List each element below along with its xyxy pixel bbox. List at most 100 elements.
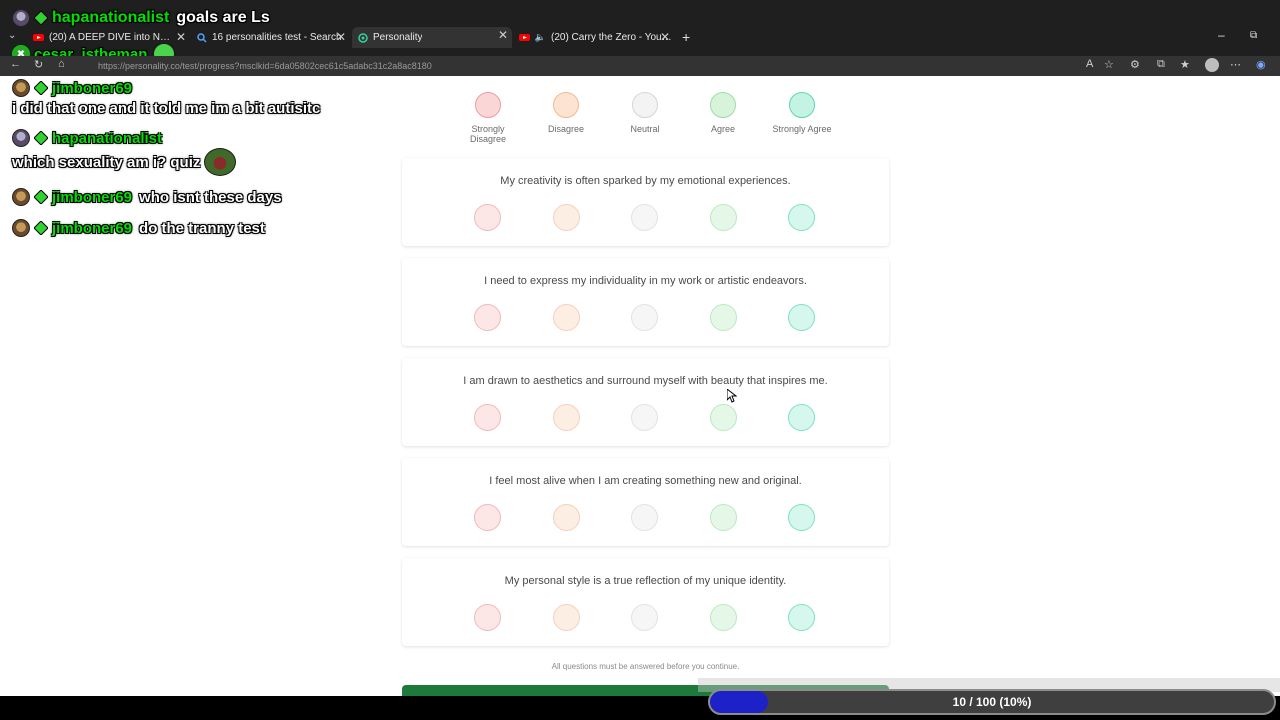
new-tab-icon[interactable]: +: [682, 29, 690, 45]
question-text: My creativity is often sparked by my emo…: [500, 175, 791, 187]
option-strongly-agree[interactable]: [788, 204, 815, 231]
home-icon[interactable]: ⌂: [58, 58, 65, 70]
option-strongly-disagree[interactable]: [474, 404, 501, 431]
option-neutral[interactable]: [631, 204, 658, 231]
close-tab-icon[interactable]: ✕: [176, 30, 186, 44]
favorite-star-icon[interactable]: ☆: [1104, 58, 1114, 71]
legend-label: Neutral: [630, 124, 660, 134]
chat-message-text: who isnt these days: [139, 188, 282, 206]
emote-image: [204, 148, 237, 176]
legend-label: Strongly Disagree: [469, 124, 507, 144]
url-text: https://personality.co/test/progress?msc…: [98, 61, 432, 71]
legend-strongly-disagree: Strongly Disagree: [458, 92, 518, 144]
browser-tabstrip: hapanationalist goals are Ls ⌄ (20) A DE…: [0, 0, 1280, 65]
chat-message-text: which sexuality am i? quiz: [12, 153, 201, 171]
tab-youtube-carry[interactable]: 🔈 (20) Carry the Zero - YouTube ✕: [516, 29, 674, 46]
chat-line: hapanationalist: [12, 129, 162, 147]
option-neutral[interactable]: [631, 604, 658, 631]
option-strongly-disagree[interactable]: [474, 204, 501, 231]
extension-icon[interactable]: ⚙: [1130, 58, 1140, 71]
option-strongly-disagree[interactable]: [474, 304, 501, 331]
read-aloud-icon[interactable]: A: [1086, 58, 1093, 70]
question-card-1: My creativity is often sparked by my emo…: [402, 158, 889, 246]
close-tab-icon[interactable]: ✕: [336, 30, 346, 44]
favorites-icon[interactable]: ★: [1180, 58, 1190, 71]
jimboner-avatar: [12, 79, 30, 97]
question-text: I feel most alive when I am creating som…: [489, 475, 802, 487]
jimboner-avatar: [12, 219, 30, 237]
overlay-title: hapanationalist goals are Ls: [12, 9, 270, 27]
option-strongly-agree[interactable]: [788, 504, 815, 531]
option-disagree[interactable]: [553, 504, 580, 531]
tab-label: (20) A DEEP DIVE into NPCs/Golem: [49, 32, 174, 43]
option-agree[interactable]: [710, 204, 737, 231]
option-strongly-agree[interactable]: [788, 404, 815, 431]
overlay-title-username: hapanationalist: [52, 9, 170, 26]
question-text: I need to express my individuality in my…: [484, 275, 807, 287]
option-strongly-agree[interactable]: [788, 304, 815, 331]
progress-bar: 10 / 100 (10%): [708, 689, 1276, 715]
hapanationalist-avatar: [12, 9, 30, 27]
chat-username: hapanationalist: [52, 129, 163, 147]
tab-label: 16 personalities test - Search: [212, 32, 342, 43]
option-disagree[interactable]: [553, 304, 580, 331]
option-disagree[interactable]: [553, 604, 580, 631]
minimize-icon[interactable]: –: [1218, 28, 1225, 42]
legend-circle: [710, 92, 736, 118]
tab-personality[interactable]: Personality ✕: [352, 27, 512, 48]
jimboner-avatar: [12, 188, 30, 206]
question-card-2: I need to express my individuality in my…: [402, 258, 889, 346]
option-neutral[interactable]: [631, 504, 658, 531]
badge-icon: [34, 131, 48, 145]
option-agree[interactable]: [710, 404, 737, 431]
close-tab-icon[interactable]: ✕: [498, 28, 508, 42]
close-tab-icon[interactable]: ✕: [660, 30, 670, 44]
split-screen-icon[interactable]: ⧉: [1157, 58, 1165, 71]
chat-line: jimboner69: [12, 79, 132, 97]
tab-label: Personality: [373, 32, 423, 43]
question-text: I am drawn to aesthetics and surround my…: [463, 375, 828, 387]
legend-label: Disagree: [547, 124, 585, 134]
option-neutral[interactable]: [631, 404, 658, 431]
question-card-3: I am drawn to aesthetics and surround my…: [402, 358, 889, 446]
legend-circle: [632, 92, 658, 118]
option-strongly-disagree[interactable]: [474, 504, 501, 531]
search-icon: [196, 32, 207, 43]
option-disagree[interactable]: [553, 204, 580, 231]
mouse-cursor-icon: [727, 389, 737, 403]
option-strongly-disagree[interactable]: [474, 604, 501, 631]
tab-actions-chevron-icon[interactable]: ⌄: [8, 30, 16, 41]
option-agree[interactable]: [710, 304, 737, 331]
url-field[interactable]: https://personality.co/test/progress?msc…: [80, 59, 1080, 73]
option-neutral[interactable]: [631, 304, 658, 331]
legend-agree: Agree: [693, 92, 753, 134]
copilot-icon[interactable]: ◉: [1256, 58, 1266, 71]
progress-label: 10 / 100 (10%): [952, 695, 1032, 709]
badge-icon: [34, 190, 48, 204]
option-strongly-agree[interactable]: [788, 604, 815, 631]
speaker-icon[interactable]: 🔈: [535, 32, 546, 43]
chat-line: jimboner69 do the tranny test: [12, 219, 265, 237]
chat-username: jimboner69: [52, 188, 133, 206]
restore-icon[interactable]: ⧉: [1250, 30, 1257, 41]
overlay-title-message: goals are Ls: [176, 9, 270, 26]
hapanationalist-avatar: [12, 129, 30, 147]
profile-avatar[interactable]: [1205, 58, 1219, 72]
more-menu-icon[interactable]: ⋯: [1230, 58, 1241, 71]
tab-search[interactable]: 16 personalities test - Search ✕: [192, 29, 350, 46]
personality-icon: [357, 32, 368, 43]
chat-message-text: i did that one and it told me im a bit a…: [12, 100, 321, 117]
legend-neutral: Neutral: [615, 92, 675, 134]
badge-icon: [34, 81, 48, 95]
legend-label: Agree: [710, 124, 736, 134]
badge-icon: [34, 221, 48, 235]
legend-strongly-agree: Strongly Agree: [772, 92, 832, 134]
back-icon[interactable]: ←: [10, 58, 21, 70]
option-agree[interactable]: [710, 504, 737, 531]
option-agree[interactable]: [710, 604, 737, 631]
question-text: My personal style is a true reflection o…: [504, 575, 787, 587]
chat-line: jimboner69 who isnt these days: [12, 188, 282, 206]
option-disagree[interactable]: [553, 404, 580, 431]
refresh-icon[interactable]: ↻: [34, 58, 43, 71]
legend-circle: [789, 92, 815, 118]
